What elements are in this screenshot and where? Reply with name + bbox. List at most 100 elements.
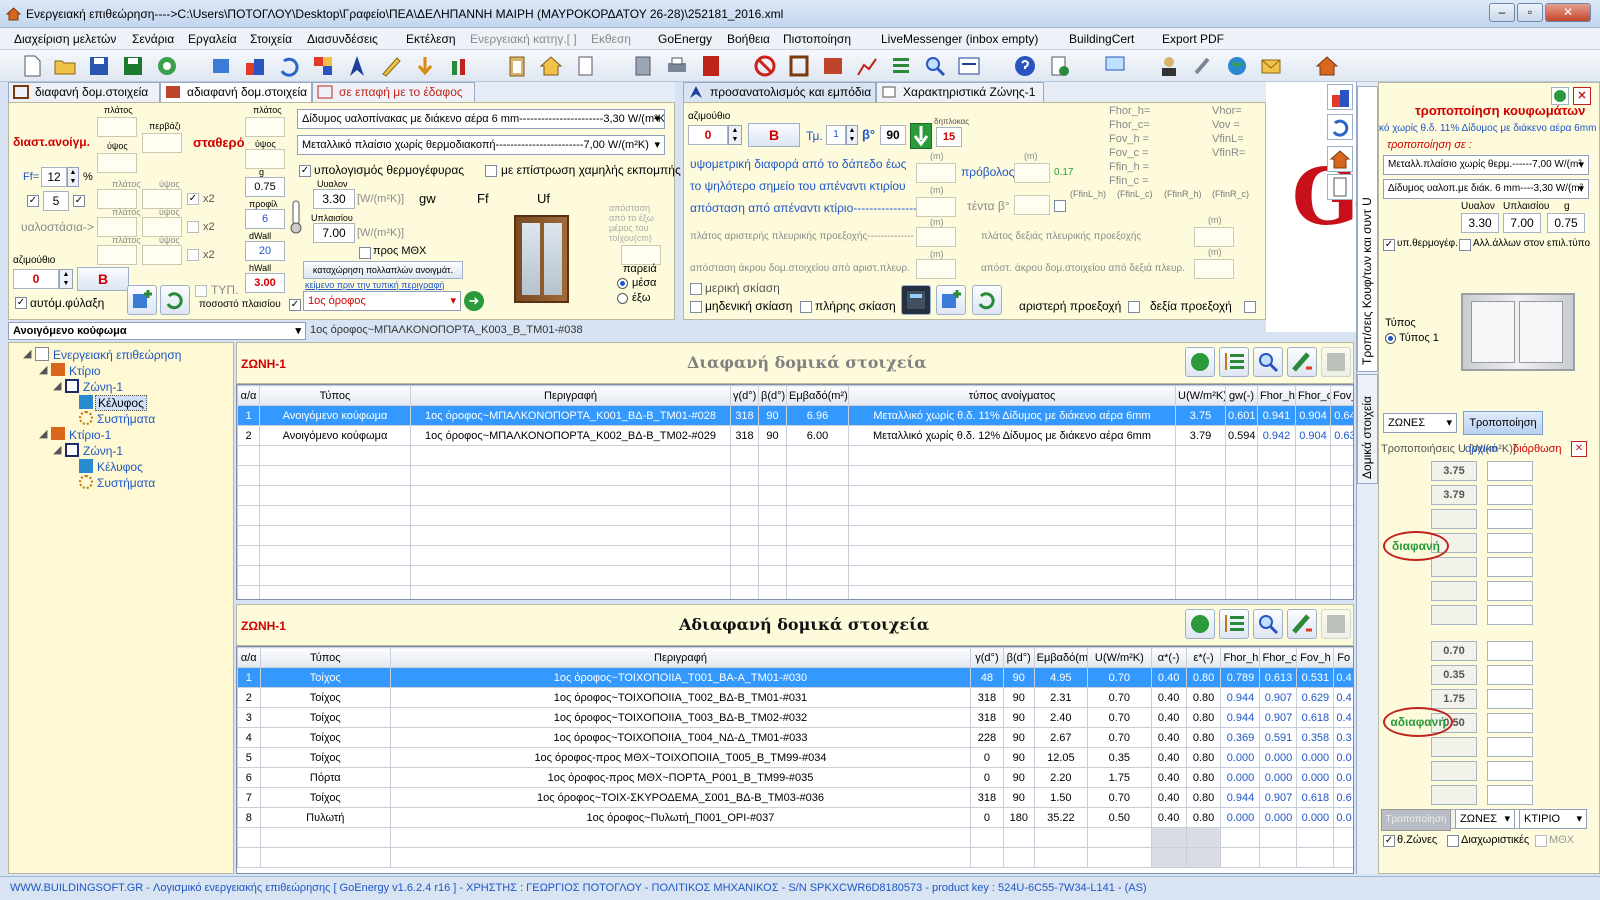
table-cell[interactable]: 0.531 [1296,667,1335,688]
tm-original-6[interactable] [1431,605,1477,625]
om-original-6[interactable] [1431,785,1477,805]
menu-livemessenger[interactable]: LiveMessenger (inbox empty) [881,32,1038,46]
zones-checkbox[interactable]: ✓ [1383,835,1395,847]
ff-input[interactable]: 12 [41,167,67,187]
table-row[interactable]: 1 Τοίχος 1ος όροφος~ΤΟΙΧΟΠΟΙΙΑ_Τ001_ΒΑ-Α_Τ… [237,667,1353,688]
table-cell[interactable]: 1ος όροφος~ΤΟΙΧ-ΣΚΥΡΟΔΕΜΑ_Σ001_ΒΔ-Β_ΤΜ03… [389,787,972,808]
table-cell[interactable]: 2.20 [1033,767,1089,788]
typ-checkbox[interactable] [195,285,207,297]
document-icon[interactable] [572,53,598,79]
table-cell[interactable] [1175,465,1226,486]
diplokas-input[interactable]: 15 [936,127,962,147]
table-cell[interactable]: 0.000 [1296,807,1335,828]
col-header[interactable]: α/α [237,647,261,668]
menu-scenarios[interactable]: Σενάρια [132,32,174,46]
table-cell[interactable] [848,565,1176,586]
table-cell[interactable]: 0.618 [1296,787,1335,808]
table-cell[interactable] [848,525,1176,546]
mail-icon[interactable] [1258,53,1284,79]
table-cell[interactable]: Τοίχος [259,667,391,688]
table-cell[interactable]: 1.50 [1033,787,1089,808]
col-header[interactable]: Εμβαδό(m²) [1033,647,1089,668]
table-cell[interactable] [848,485,1176,506]
clipboard-icon[interactable] [504,53,530,79]
table-cell[interactable] [730,525,759,546]
help-icon[interactable] [1012,53,1038,79]
table-cell[interactable]: Ανοιγόμενο κούφωμα [259,425,411,446]
table-cell[interactable]: 0.944 [1220,707,1261,728]
table-cell[interactable] [259,525,411,546]
table-cell[interactable]: 90 [758,405,787,426]
save-icon[interactable] [86,53,112,79]
save-as-icon[interactable] [120,53,146,79]
table-row[interactable]: 1 Ανοιγόμενο κούφωμα 1ος όροφος~ΜΠΑΛΚΟΝΟΠΟ… [237,405,1353,426]
table-cell[interactable]: 0.4 [1333,687,1353,708]
table-cell[interactable]: Τοίχος [259,747,391,768]
table-cell[interactable]: 5 [237,747,261,768]
table-cell[interactable]: 90 [1002,727,1035,748]
strut-h2[interactable] [142,217,182,237]
mods-close-icon[interactable]: ✕ [1571,441,1587,457]
table-cell[interactable] [237,485,260,506]
frame-type-select[interactable]: Μεταλλικό πλαίσιο χωρίς θερμοδιακοπή----… [297,135,665,155]
strut-h1[interactable] [142,189,182,209]
table-cell[interactable]: 4.95 [1033,667,1089,688]
table-cell[interactable] [848,465,1176,486]
table-cell[interactable] [730,585,759,599]
table-cell[interactable] [758,525,787,546]
table-cell[interactable]: 0.904 [1295,425,1331,446]
multiple-openings-button[interactable]: καταχώρηση πολλαπλών ανοιγμάτ. [303,261,463,279]
menu-links[interactable]: Διασυνδέσεις [307,32,378,46]
table-cell[interactable] [730,505,759,526]
panel-g-input[interactable]: 0.75 [1547,213,1585,233]
tee-icon[interactable] [956,53,982,79]
table-cell[interactable]: 0.40 [1150,727,1187,748]
section-input[interactable]: 1 [826,125,846,145]
tm-original-4[interactable] [1431,557,1477,577]
mid-azimuth-input[interactable]: 0 [688,125,728,145]
om-fix-2[interactable] [1487,689,1533,709]
table-cell[interactable]: 90 [758,425,787,446]
table-cell[interactable] [389,827,972,848]
table-cell[interactable]: 0.000 [1220,767,1261,788]
uglass-input[interactable]: 3.30 [313,189,355,209]
panel-uframe-input[interactable]: 7.00 [1503,213,1541,233]
table-cell[interactable]: Πόρτα [259,767,391,788]
table-cell[interactable] [1225,445,1258,466]
right-proj-width-input[interactable] [1194,227,1234,247]
table-cell[interactable] [730,545,759,566]
tree-toggle-zone-2[interactable]: ◢ [53,443,61,456]
table-cell[interactable]: 228 [970,727,1004,748]
calculator-icon[interactable] [630,53,656,79]
pencil-icon[interactable] [378,53,404,79]
table-row[interactable]: 2 Ανοιγόμενο κούφωμα 1ος όροφος~ΜΠΑΛΚΟΝΟΠΟ… [237,425,1353,446]
table-cell[interactable]: 6.00 [786,425,849,446]
web-globe-icon[interactable] [1224,53,1250,79]
table-cell[interactable] [410,565,731,586]
table-cell[interactable] [1333,827,1353,848]
table-cell[interactable] [1295,545,1331,566]
tree-systems-2[interactable]: Συστήματα [97,476,155,490]
menu-data[interactable]: Στοιχεία [250,32,292,46]
table-cell[interactable] [259,827,391,848]
table-row[interactable]: 2 Τοίχος 1ος όροφος~ΤΟΙΧΟΠΟΙΙΑ_Τ002_ΒΔ-Β_Τ… [237,687,1353,708]
table-cell[interactable] [1330,465,1353,486]
mid-azimuth-spinner[interactable]: ▲ ▼ [728,125,742,145]
ff-spinner[interactable]: ▲ ▼ [67,167,79,187]
opaque-paint-button[interactable] [1287,609,1317,639]
dividers-checkbox[interactable] [1447,835,1459,847]
table-cell[interactable] [1330,585,1353,599]
table-cell[interactable] [1175,585,1226,599]
table-cell[interactable]: 0 [970,767,1004,788]
table-cell[interactable]: 0.4 [1333,667,1353,688]
table-cell[interactable]: Τοίχος [259,727,391,748]
table-cell[interactable]: 0.907 [1259,707,1298,728]
opening-type-select[interactable]: Ανοιγόμενο κούφωμα [8,322,306,340]
table-cell[interactable]: 2.31 [1033,687,1089,708]
low-e-checkbox[interactable] [485,165,497,177]
table-cell[interactable]: 8 [237,807,261,828]
calculator-button[interactable] [901,285,931,315]
strut-check2[interactable] [187,221,199,233]
side-doc-icon[interactable] [1327,174,1353,200]
tree-systems[interactable]: Συστήματα [97,412,155,426]
